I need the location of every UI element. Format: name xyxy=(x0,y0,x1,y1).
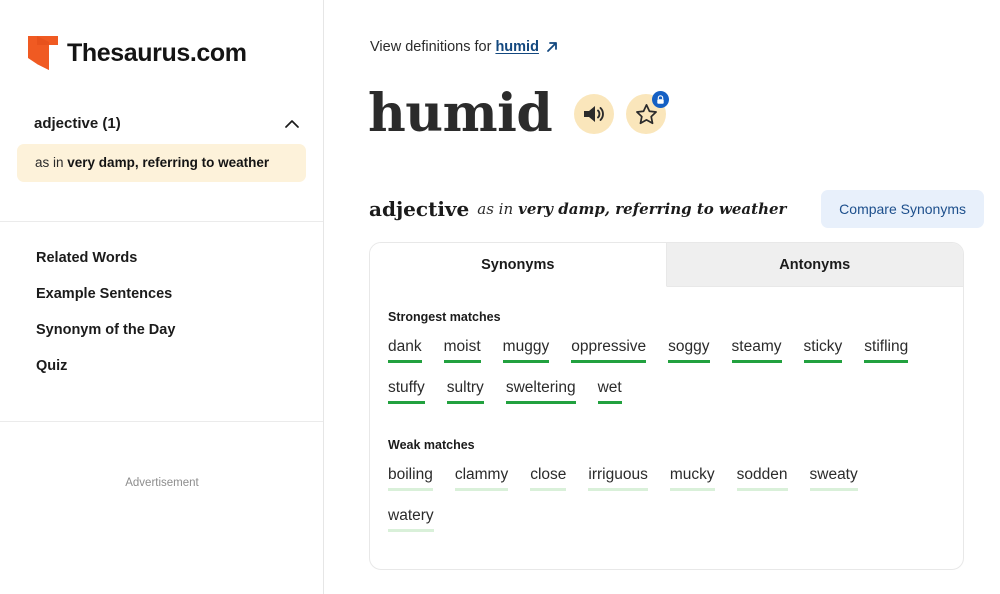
tab-antonyms[interactable]: Antonyms xyxy=(666,243,963,287)
sidebar-item-quiz[interactable]: Quiz xyxy=(0,348,323,384)
group-title: Weak matches xyxy=(388,438,475,452)
tab-synonyms[interactable]: Synonyms xyxy=(370,243,667,287)
sense-summary-row: adjective as in very damp, referring to … xyxy=(369,190,984,228)
synonym-word[interactable]: clammy xyxy=(454,466,509,491)
synonym-word[interactable]: soggy xyxy=(668,338,710,363)
sense-as-in-label: as in xyxy=(477,200,514,218)
group-strongest-matches: Strongest matches dank moist muggy oppre… xyxy=(388,310,939,420)
card-tabs: Synonyms Antonyms xyxy=(370,243,963,287)
lock-badge xyxy=(652,91,670,108)
word-list-weak: boiling clammy close irriguous mucky sod… xyxy=(388,466,939,548)
sense-part-of-speech: adjective xyxy=(369,197,470,221)
synonym-word[interactable]: stuffy xyxy=(388,379,425,404)
sense-prefix: as in xyxy=(35,155,68,170)
star-icon xyxy=(635,104,657,125)
group-weak-matches: Weak matches boiling clammy close irrigu… xyxy=(388,438,939,548)
sidebar-sense-item[interactable]: as in very damp, referring to weather xyxy=(17,144,306,182)
group-title: Strongest matches xyxy=(388,310,501,324)
synonym-word[interactable]: oppressive xyxy=(571,338,647,363)
synonym-word[interactable]: mucky xyxy=(669,466,715,491)
synonym-word[interactable]: wet xyxy=(597,379,622,404)
synonym-word[interactable]: watery xyxy=(388,507,434,532)
sense-description: very damp, referring to weather xyxy=(518,200,787,218)
compare-synonyms-button[interactable]: Compare Synonyms xyxy=(821,190,984,228)
site-logo-text: Thesaurus.com xyxy=(67,38,247,67)
synonym-word[interactable]: sweltering xyxy=(505,379,576,404)
synonym-word[interactable]: irriguous xyxy=(588,466,648,491)
sidebar-item-synonym-of-the-day[interactable]: Synonym of the Day xyxy=(0,312,323,348)
synonym-word[interactable]: boiling xyxy=(388,466,433,491)
sense-text: very damp, referring to weather xyxy=(67,155,270,170)
headword-row: humid xyxy=(368,83,670,144)
external-link-arrow-icon[interactable] xyxy=(545,40,559,54)
sidebar-item-related-words[interactable]: Related Words xyxy=(0,240,323,276)
page-root: Thesaurus.com adjective (1) as in very d… xyxy=(0,0,1000,594)
synonym-word[interactable]: sweaty xyxy=(809,466,858,491)
synonyms-card: Synonyms Antonyms Strongest matches dank… xyxy=(369,242,964,570)
audio-pronunciation-button[interactable] xyxy=(574,94,615,134)
synonym-word[interactable]: sultry xyxy=(446,379,484,404)
speaker-icon xyxy=(584,106,605,122)
save-word-button[interactable] xyxy=(626,91,670,134)
sidebar-divider-bottom xyxy=(0,421,323,422)
synonym-word[interactable]: dank xyxy=(388,338,422,363)
view-definitions-link[interactable]: humid xyxy=(495,39,539,55)
page-title: humid xyxy=(368,83,553,144)
synonym-word[interactable]: sticky xyxy=(803,338,843,363)
synonym-word[interactable]: moist xyxy=(443,338,481,363)
sidebar: Thesaurus.com adjective (1) as in very d… xyxy=(0,0,324,594)
synonym-word[interactable]: muggy xyxy=(502,338,550,363)
sidebar-pos-header[interactable]: adjective (1) xyxy=(0,115,323,132)
word-list-strong: dank moist muggy oppressive soggy steamy… xyxy=(388,338,939,420)
view-definitions-line: View definitions for humid xyxy=(370,39,559,55)
sidebar-divider-top xyxy=(0,221,323,222)
site-logo[interactable]: Thesaurus.com xyxy=(0,0,323,70)
sidebar-nav: Related Words Example Sentences Synonym … xyxy=(0,240,323,384)
chevron-up-icon[interactable] xyxy=(285,119,299,128)
card-body: Strongest matches dank moist muggy oppre… xyxy=(370,287,963,548)
main-content: View definitions for humid humid adjecti… xyxy=(324,0,1000,594)
synonym-word[interactable]: steamy xyxy=(731,338,782,363)
synonym-word[interactable]: sodden xyxy=(736,466,788,491)
sidebar-pos-title: adjective (1) xyxy=(34,115,121,132)
advertisement-label: Advertisement xyxy=(125,477,199,489)
synonym-word[interactable]: close xyxy=(530,466,567,491)
view-definitions-prefix: View definitions for xyxy=(370,39,492,55)
thesaurus-t-logo-icon xyxy=(28,36,58,70)
lock-icon xyxy=(657,94,664,104)
sidebar-item-example-sentences[interactable]: Example Sentences xyxy=(0,276,323,312)
synonym-word[interactable]: stifling xyxy=(864,338,909,363)
